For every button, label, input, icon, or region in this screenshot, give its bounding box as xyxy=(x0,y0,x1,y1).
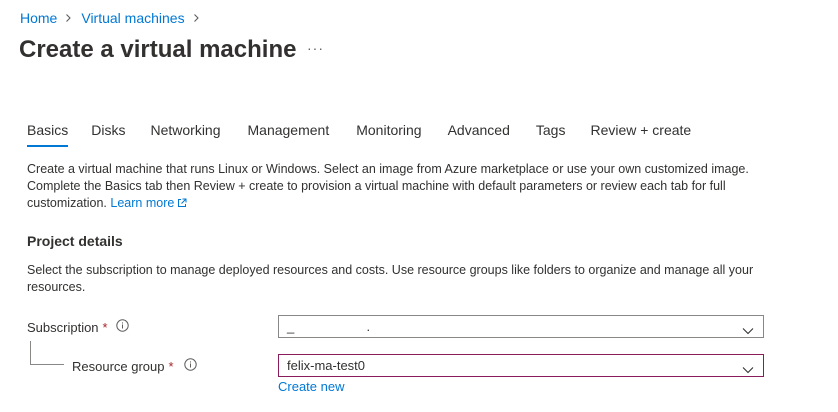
tab-basics[interactable]: Basics xyxy=(27,122,69,147)
tree-connector xyxy=(30,364,64,365)
resource-group-dropdown[interactable]: felix-ma-test0 xyxy=(278,354,764,377)
breadcrumb-home-link[interactable]: Home xyxy=(20,10,57,26)
learn-more-label: Learn more xyxy=(110,196,175,210)
resource-group-label-group: Resource group * xyxy=(72,358,197,374)
subscription-dropdown[interactable]: _ . xyxy=(278,315,764,338)
tab-networking[interactable]: Networking xyxy=(150,122,220,147)
project-details-heading: Project details xyxy=(27,233,123,249)
breadcrumb: Home Virtual machines xyxy=(20,10,209,26)
chevron-right-icon xyxy=(65,11,72,25)
resource-group-label: Resource group xyxy=(72,358,165,374)
subscription-label-group: Subscription * xyxy=(27,319,129,335)
project-details-description: Select the subscription to manage deploy… xyxy=(27,263,754,294)
more-options-button[interactable]: ··· xyxy=(307,40,324,56)
chevron-right-icon xyxy=(193,11,200,25)
tab-bar: Basics Disks Networking Management Monit… xyxy=(27,122,691,147)
breadcrumb-virtual-machines-link[interactable]: Virtual machines xyxy=(81,10,184,26)
info-icon[interactable] xyxy=(183,358,197,374)
info-icon[interactable] xyxy=(115,319,129,335)
tab-review-create[interactable]: Review + create xyxy=(590,122,691,147)
intro-description: Create a virtual machine that runs Linux… xyxy=(27,161,762,213)
chevron-down-icon xyxy=(742,323,754,334)
tab-advanced[interactable]: Advanced xyxy=(448,122,510,147)
tab-disks[interactable]: Disks xyxy=(91,122,125,147)
tab-monitoring[interactable]: Monitoring xyxy=(356,122,421,147)
required-marker: * xyxy=(168,358,174,374)
tab-tags[interactable]: Tags xyxy=(536,122,566,147)
external-link-icon xyxy=(177,196,187,213)
subscription-label: Subscription xyxy=(27,319,99,335)
learn-more-link[interactable]: Learn more xyxy=(110,196,187,210)
tree-connector xyxy=(30,341,31,365)
required-marker: * xyxy=(102,319,108,335)
create-new-resource-group-link[interactable]: Create new xyxy=(278,379,344,394)
page-title: Create a virtual machine xyxy=(19,36,297,63)
subscription-value: _ . xyxy=(287,319,371,334)
chevron-down-icon xyxy=(742,362,754,373)
resource-group-value: felix-ma-test0 xyxy=(287,358,366,373)
tab-management[interactable]: Management xyxy=(248,122,330,147)
